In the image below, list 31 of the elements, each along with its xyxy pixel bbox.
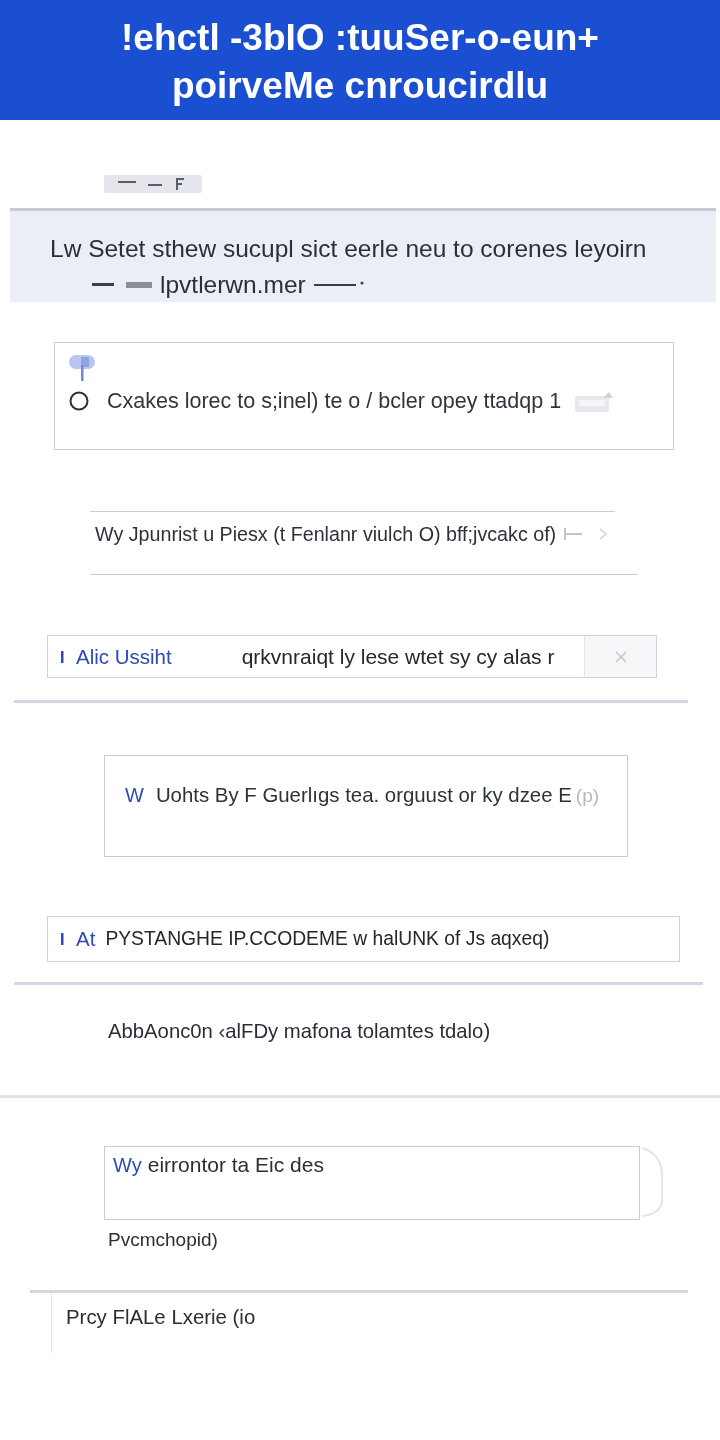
arrow-icon [564, 527, 609, 541]
field-value: PYSTANGHE IP.CCODEME w halUNK of Js aqxeq) [105, 928, 550, 950]
pin-icon [69, 353, 97, 381]
list-link[interactable]: Wy Jpunrist u Piesx (t Fenlanr viulch O) bff;jvcakc of) [90, 512, 638, 574]
radio-button[interactable] [69, 391, 89, 411]
field-value: qrkvnraiqt ly lese wtet sy cy alas r [241, 644, 555, 669]
text-area[interactable]: Wy eirrontor ta Eic des [104, 1146, 640, 1220]
tag-icon [104, 175, 202, 193]
option-label: Cxakes lorec to s;inel) te o / bcler opey ttadqp 1 [107, 389, 562, 413]
close-icon [613, 649, 628, 664]
dash-icon [92, 280, 152, 290]
input-field[interactable]: Alic Ussiht qrkvnraiqt ly lese wtet sy cy alas r [47, 635, 657, 678]
notice-text: Lw Setet sthew sucupl sict eerle neu to corenes leyoirn [50, 235, 647, 263]
text-area-initial: Wy [113, 1153, 142, 1177]
bracket-icon [640, 1146, 664, 1218]
marker-icon [60, 932, 66, 946]
body-text: AbbAonc0n ‹alFDy mafona tolamtes tdalo) [108, 1021, 491, 1041]
header-title: !ehctl -3bIO :tuuSer-o-eun+ poirveMe cnroucirdlu [121, 16, 599, 108]
card-initial: W [125, 783, 144, 807]
footer-text: Prcy FlALe Lxerie (io [66, 1306, 256, 1328]
tray-icon [575, 390, 614, 412]
marker-icon [60, 649, 66, 664]
notice-subtext: lpvtlerwn.mer [160, 271, 306, 299]
text-area-value: eirrontor ta Eic des [147, 1153, 324, 1177]
input-field[interactable]: At PYSTANGHE IP.CCODEME w halUNK of Js aqxeq) [47, 916, 680, 962]
card-suffix: (p) [575, 784, 600, 808]
card-text: Uohts By F Guerlıgs tea. orguust or ky dzee E [155, 783, 572, 807]
field-label: At [76, 927, 96, 951]
dash-icon [313, 281, 364, 289]
field-label: Alic Ussiht [76, 644, 172, 669]
caption-text: Pvcmchopid) [108, 1228, 218, 1252]
